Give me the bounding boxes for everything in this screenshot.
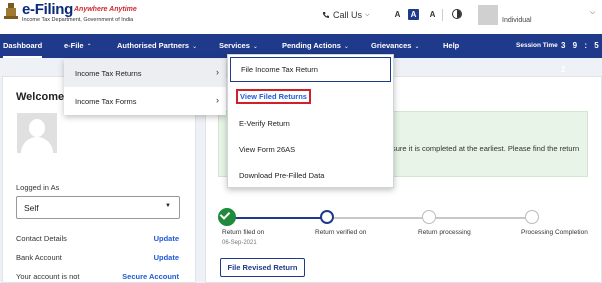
session-time-label: Session Time (516, 42, 558, 49)
call-us-label: Call Us (333, 10, 363, 20)
progress-line (436, 217, 526, 219)
font-normal-button[interactable]: A (408, 9, 419, 20)
secure-account-link[interactable]: Secure Account (122, 272, 179, 281)
contact-details-update-link[interactable]: Update (154, 234, 179, 243)
progress-line-complete (234, 217, 322, 219)
role-select[interactable]: Self ▼ (16, 196, 180, 219)
step-label: Return verified on (315, 229, 367, 236)
user-role-label: Individual (502, 17, 532, 24)
nav-grievances-label: Grievances (371, 41, 412, 50)
nav-efile[interactable]: e-File ⌃ (64, 34, 92, 58)
chevron-down-icon: ⌄ (343, 44, 349, 50)
step-label: Return filed on (222, 229, 265, 236)
role-select-value: Self (24, 203, 39, 213)
menu-item-label: E-Verify Return (239, 119, 290, 128)
nav-efile-label: e-File (64, 41, 84, 50)
dropdown-caret-icon: ▼ (165, 203, 171, 209)
contact-details-label: Contact Details (16, 234, 67, 243)
header-divider (442, 9, 443, 21)
bank-account-label: Bank Account (16, 253, 62, 262)
step-label: Return processing (418, 229, 471, 236)
menu-item-file-income-tax-return[interactable]: File Income Tax Return (230, 57, 391, 82)
menu-item-label: Income Tax Returns (75, 69, 142, 78)
menu-item-label: Download Pre-Filled Data (239, 171, 325, 180)
bank-account-update-link[interactable]: Update (154, 253, 179, 262)
logo-department: Income Tax Department, Government of Ind… (22, 17, 134, 23)
progress-line (334, 217, 424, 219)
chevron-up-icon: ⌃ (86, 44, 92, 50)
step-indicator (525, 210, 539, 224)
nav-help[interactable]: Help (443, 34, 459, 58)
nav-pending-actions-label: Pending Actions (282, 41, 341, 50)
menu-item-download-pre-filled-data[interactable]: Download Pre-Filled Data (228, 162, 393, 188)
menu-item-view-filed-returns[interactable]: View Filed Returns (228, 84, 393, 110)
efile-dropdown-menu: Income Tax Returns › Income Tax Forms › (64, 59, 226, 115)
step-indicator-current (320, 210, 334, 224)
logo-tagline: Anywhere Anytime (74, 6, 137, 13)
chevron-down-icon: ⌄ (252, 44, 258, 50)
info-banner-text: sure it is completed at the earliest. Pl… (392, 144, 580, 153)
chevron-right-icon: › (216, 95, 219, 105)
check-icon (218, 208, 236, 226)
font-increase-button[interactable]: A (427, 9, 438, 20)
menu-item-income-tax-returns[interactable]: Income Tax Returns › (64, 59, 226, 87)
file-revised-return-button[interactable]: File Revised Return (220, 258, 305, 277)
step-date: 06-Sep-2021 (222, 240, 257, 246)
session-time-value: 3 9 : 5 2 (561, 41, 602, 74)
logged-in-as-label: Logged in As (16, 183, 60, 192)
menu-item-income-tax-forms[interactable]: Income Tax Forms › (64, 87, 226, 115)
font-decrease-button[interactable]: A (392, 9, 403, 20)
call-us-button[interactable]: Call Us ⌵ (322, 10, 370, 20)
nav-dashboard[interactable]: Dashboard (3, 34, 43, 58)
emblem-icon (4, 3, 18, 19)
phone-icon (323, 12, 329, 18)
returns-submenu: File Income Tax Return View Filed Return… (227, 54, 394, 188)
menu-item-label: File Income Tax Return (241, 65, 318, 74)
chevron-down-icon: ⌄ (192, 44, 198, 50)
menu-item-e-verify-return[interactable]: E-Verify Return (228, 110, 393, 136)
chevron-down-icon[interactable]: ⌵ (590, 9, 595, 17)
menu-item-label: View Filed Returns (236, 89, 311, 104)
top-header: e-Filing Anywhere Anytime Income Tax Dep… (0, 0, 602, 34)
chevron-down-icon: ⌵ (365, 11, 370, 18)
profile-photo (17, 113, 57, 153)
menu-item-label: Income Tax Forms (75, 97, 137, 106)
nav-authorised-partners[interactable]: Authorised Partners ⌄ (117, 34, 197, 58)
nav-services-label: Services (219, 41, 250, 50)
chevron-down-icon: ⌄ (414, 44, 420, 50)
chevron-right-icon: › (216, 67, 219, 77)
account-status-label: Your account is not (16, 272, 80, 281)
contrast-icon[interactable] (452, 9, 462, 19)
step-indicator (422, 210, 436, 224)
logo-title[interactable]: e-Filing (22, 1, 73, 18)
avatar[interactable] (478, 5, 498, 25)
nav-authorised-partners-label: Authorised Partners (117, 41, 190, 50)
menu-item-label: View Form 26AS (239, 145, 296, 154)
step-label: Processing Completion (521, 229, 588, 236)
menu-item-view-form-26as[interactable]: View Form 26AS (228, 136, 393, 162)
